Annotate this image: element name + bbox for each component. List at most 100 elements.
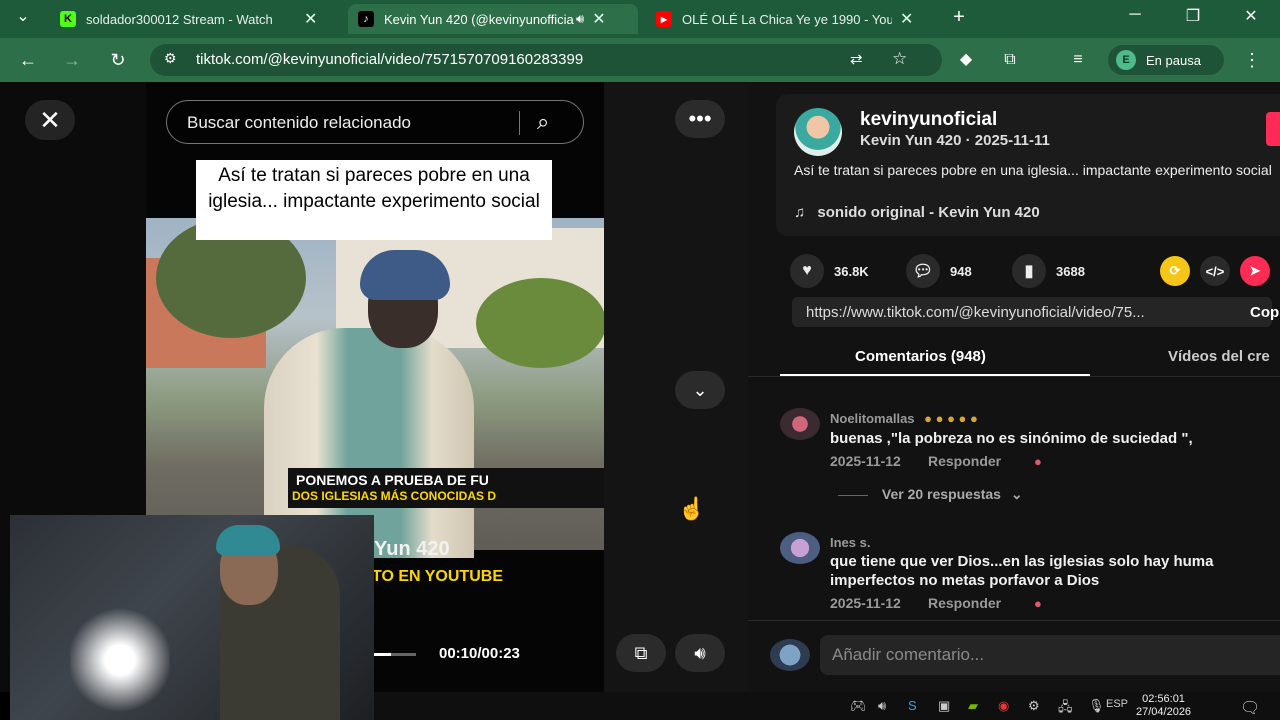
- author-username[interactable]: kevinyunoficial: [860, 109, 997, 131]
- chevron-down-icon: ⌄: [1010, 486, 1023, 502]
- tab-comments[interactable]: Comentarios (948): [855, 348, 986, 365]
- volume-icon[interactable]: 🔊︎: [675, 634, 725, 672]
- tab-kick[interactable]: K soldador300012 Stream - Watch ✕: [50, 4, 340, 34]
- restore-icon[interactable]: ❐: [1178, 6, 1208, 26]
- overlay-line-2: DOS IGLESIAS MÁS CONOCIDAS D: [292, 489, 497, 503]
- webcam-overlay: [10, 515, 374, 720]
- tab-tiktok[interactable]: ♪ Kevin Yun 420 (@kevinyunofficial) 🔊︎ ✕: [348, 4, 638, 34]
- bookmark-star-icon[interactable]: ☆: [892, 49, 907, 69]
- video-caption: Así te tratan si pareces pobre en una ig…: [196, 160, 552, 240]
- profile-status: En pausa: [1146, 52, 1201, 68]
- comment-date: 2025-11-12: [830, 453, 901, 469]
- save-button[interactable]: ▮ 3688: [1012, 254, 1085, 288]
- like-button[interactable]: ♥ 36.8K: [790, 254, 869, 288]
- url-text: tiktok.com/@kevinyunoficial/video/757157…: [196, 51, 584, 68]
- follow-button[interactable]: [1266, 112, 1280, 146]
- site-settings-icon[interactable]: ⚙: [164, 50, 177, 67]
- translate-icon[interactable]: ⇄: [850, 50, 863, 68]
- mouse-cursor-icon: ☝: [678, 496, 706, 521]
- view-replies-button[interactable]: Ver 20 respuestas ⌄: [838, 486, 1023, 503]
- network-icon[interactable]: 🖧︎: [1058, 698, 1073, 720]
- clock-time: 02:56:01: [1142, 693, 1185, 705]
- extension-icon[interactable]: ◆: [954, 48, 978, 72]
- comment-avatar[interactable]: [780, 532, 820, 564]
- reply-button[interactable]: Responder: [928, 453, 1001, 469]
- comment-avatar[interactable]: [780, 408, 820, 440]
- youtube-icon: ▶: [656, 11, 672, 27]
- comment-input[interactable]: Añadir comentario...: [820, 635, 1280, 675]
- details-panel: kevinyunoficial Kevin Yun 420 · 2025-11-…: [748, 82, 1280, 692]
- tab-creator-videos[interactable]: Vídeos del cre: [1168, 348, 1270, 365]
- tab-search-icon[interactable]: ⌄: [8, 6, 38, 26]
- close-tab-icon[interactable]: ✕: [900, 9, 913, 29]
- clock-date: 27/04/2026: [1136, 706, 1192, 718]
- new-tab-icon[interactable]: +: [944, 6, 974, 29]
- creator-liked-icon: ●: [1034, 596, 1042, 611]
- streamer-hair: [216, 525, 280, 555]
- notifications-icon[interactable]: 🗨︎: [1240, 698, 1260, 718]
- tab-youtube[interactable]: ▶ OLÉ OLÉ La Chica Ye ye 1990 - YouTube …: [646, 4, 936, 34]
- copy-link-button[interactable]: Cop: [1250, 304, 1279, 321]
- obs-icon[interactable]: ◉: [998, 698, 1009, 714]
- address-bar[interactable]: ⚙ tiktok.com/@kevinyunoficial/video/7571…: [150, 44, 942, 76]
- overlay-line-1: PONEMOS A PRUEBA DE FU: [296, 472, 489, 488]
- puzzle-icon[interactable]: ⧉: [998, 48, 1022, 72]
- webcam-light: [70, 605, 170, 715]
- gamepad-icon[interactable]: 🎮︎: [850, 698, 867, 714]
- post-info-card: kevinyunoficial Kevin Yun 420 · 2025-11-…: [776, 94, 1280, 236]
- close-video-button[interactable]: ✕: [25, 100, 75, 140]
- minimize-icon[interactable]: ─: [1120, 6, 1150, 24]
- tab-divider: [748, 376, 1280, 377]
- language-indicator[interactable]: ESP: [1106, 698, 1128, 710]
- pip-icon[interactable]: ⧉: [616, 634, 666, 672]
- comment-button[interactable]: 💬︎ 948: [906, 254, 972, 288]
- repost-icon[interactable]: ⟳: [1160, 256, 1190, 286]
- menu-icon[interactable]: ⋮: [1240, 48, 1264, 72]
- profile-button[interactable]: E En pausa: [1108, 45, 1224, 75]
- author-nickname-date: Kevin Yun 420 · 2025-11-11: [860, 132, 1050, 149]
- close-window-icon[interactable]: ✕: [1236, 6, 1266, 26]
- creator-liked-icon: ●: [1034, 454, 1042, 469]
- close-tab-icon[interactable]: ✕: [592, 9, 605, 29]
- kick-icon: K: [60, 11, 76, 27]
- view-replies-label: Ver 20 respuestas: [881, 486, 1001, 502]
- embed-icon[interactable]: </>: [1200, 256, 1230, 286]
- next-video-icon[interactable]: ⌄: [675, 371, 725, 409]
- volume-tray-icon[interactable]: 🔊︎: [878, 698, 886, 714]
- forward-icon[interactable]: →: [60, 48, 84, 72]
- comment-composer: Añadir comentario...: [748, 620, 1280, 692]
- steam-icon[interactable]: ⚙: [1028, 698, 1040, 714]
- comment-author[interactable]: Noelitomallas ● ● ● ● ●: [830, 411, 978, 426]
- comment-text: buenas ,"la pobreza no es sinónimo de su…: [830, 430, 1193, 447]
- skype-icon[interactable]: S: [908, 698, 917, 713]
- more-options-icon[interactable]: •••: [675, 100, 725, 138]
- media-control-icon[interactable]: ≡: [1066, 48, 1090, 72]
- comment-text: que tiene que ver Dios...en las iglesias…: [830, 553, 1214, 589]
- close-tab-icon[interactable]: ✕: [304, 9, 317, 29]
- back-icon[interactable]: ←: [16, 48, 40, 72]
- system-clock[interactable]: 02:56:01 27/04/2026: [1136, 693, 1191, 719]
- comment-author[interactable]: Ines s.: [830, 535, 870, 550]
- video-side-controls: ••• ⌄ ☝ ⧉ 🔊︎: [604, 82, 748, 692]
- author-avatar[interactable]: [794, 108, 842, 156]
- video-progress-fill: [372, 653, 391, 656]
- sound-link[interactable]: ♫ sonido original - Kevin Yun 420: [794, 204, 1040, 221]
- video-progress-bar[interactable]: [372, 653, 416, 656]
- related-search-input[interactable]: Buscar contenido relacionado ⌕: [166, 100, 584, 144]
- search-icon[interactable]: ⌕: [537, 109, 549, 135]
- video-link-box[interactable]: https://www.tiktok.com/@kevinyunoficial/…: [792, 297, 1279, 327]
- microphone-icon[interactable]: 🎙︎: [1088, 698, 1105, 714]
- reply-button[interactable]: Responder: [928, 595, 1001, 611]
- gallery-icon[interactable]: ▣: [938, 698, 950, 714]
- nvidia-icon[interactable]: ▰: [968, 698, 978, 714]
- post-description: Así te tratan si pareces pobre en una ig…: [794, 162, 1272, 178]
- save-count: 3688: [1056, 263, 1085, 279]
- send-icon[interactable]: ➤: [1240, 256, 1270, 286]
- browser-tab-strip: ⌄ K soldador300012 Stream - Watch ✕ ♪ Ke…: [0, 0, 1280, 38]
- like-count: 36.8K: [834, 263, 869, 279]
- reload-icon[interactable]: ↻: [106, 48, 130, 72]
- speaker-icon[interactable]: 🔊︎: [576, 11, 584, 27]
- tab-title: OLÉ OLÉ La Chica Ye ye 1990 - YouTube: [682, 11, 892, 27]
- search-divider: [519, 111, 520, 135]
- comment-date: 2025-11-12: [830, 595, 901, 611]
